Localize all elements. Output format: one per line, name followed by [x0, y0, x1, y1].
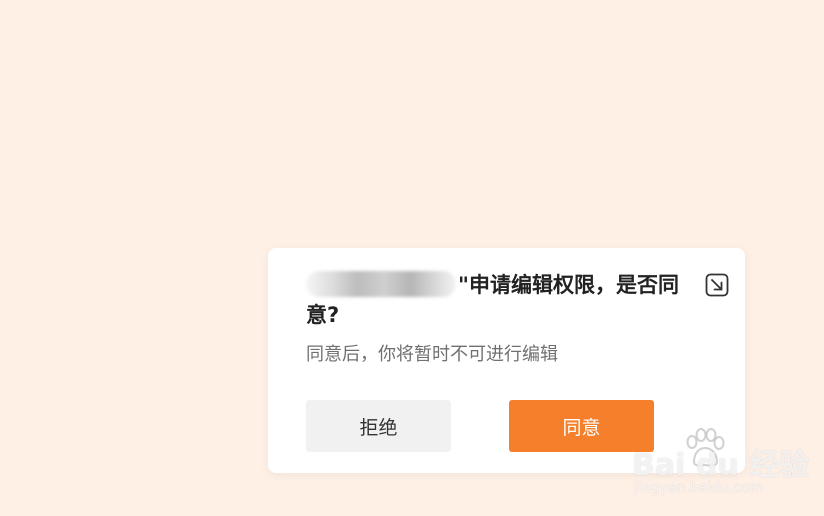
- reject-button[interactable]: 拒绝: [306, 400, 451, 452]
- dialog-description: 同意后，你将暂时不可进行编辑: [306, 344, 558, 365]
- redacted-username: [306, 271, 456, 297]
- edit-permission-dialog: "申请编辑权限，是否同意? 同意后，你将暂时不可进行编辑 拒绝 同意: [268, 248, 745, 473]
- watermark-url: jingyan.baidu.com: [634, 480, 764, 496]
- accept-button[interactable]: 同意: [509, 400, 654, 452]
- collapse-arrow-icon[interactable]: [705, 273, 729, 297]
- dialog-title: "申请编辑权限，是否同意?: [306, 270, 698, 330]
